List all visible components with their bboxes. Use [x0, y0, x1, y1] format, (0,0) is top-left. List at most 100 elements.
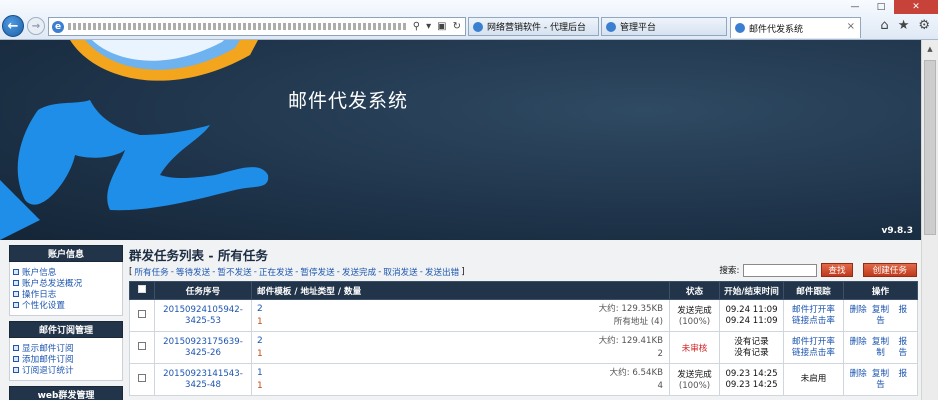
open-rate-link[interactable]: 邮件打开率 — [784, 305, 843, 316]
template-count[interactable]: 2 — [257, 335, 263, 348]
copy-link[interactable]: 复制 — [869, 337, 891, 348]
sidebar-item-add-subscription[interactable]: 添加邮件订阅 — [13, 353, 120, 365]
filter-waiting[interactable]: 等待发送 — [176, 266, 210, 278]
search-input[interactable] — [743, 263, 818, 277]
address-tools: ⚲ ▾ ▣ ↻ — [413, 21, 465, 32]
row-checkbox[interactable] — [138, 310, 146, 318]
select-all-checkbox[interactable] — [138, 285, 146, 293]
bullet-icon — [13, 279, 19, 286]
click-rate-link[interactable]: 链接点击率 — [784, 316, 843, 327]
scroll-thumb[interactable] — [924, 60, 936, 235]
sidebar-item-unsubscribe-stats[interactable]: 订阅退订统计 — [13, 364, 120, 376]
back-button[interactable]: ← — [2, 15, 24, 37]
create-task-button[interactable]: 创建任务 — [862, 263, 917, 277]
sidebar-section-title: web群发管理 — [9, 386, 123, 400]
task-id-link[interactable]: 3425-53 — [155, 316, 251, 327]
filter-error[interactable]: 发送出错 — [425, 266, 459, 278]
tab-email-system[interactable]: 邮件代发系统 × — [730, 17, 861, 38]
minimize-button[interactable]: — — [842, 0, 868, 14]
home-icon[interactable]: ⌂ — [880, 18, 888, 33]
scroll-up-arrow-icon[interactable]: ▲ — [922, 40, 938, 57]
address-type-count[interactable]: 1 — [257, 348, 263, 361]
tab-label: 邮件代发系统 — [749, 24, 804, 35]
page-content: 账户信息 账户信息 账户总发送概况 操作日志 个性化设置 邮件订阅管理 显示邮件… — [0, 240, 921, 400]
filter-all[interactable]: 所有任务 — [134, 266, 168, 278]
refresh-icon[interactable]: ↻ — [453, 21, 461, 32]
task-id-link[interactable]: 20150923141543- — [155, 369, 251, 380]
copy-link-cont[interactable]: 制 — [869, 348, 891, 359]
filter-completed[interactable]: 发送完成 — [342, 266, 376, 278]
copy-link[interactable]: 复制 — [869, 369, 891, 380]
report-link-cont[interactable]: 告 — [892, 348, 914, 359]
filter-sending[interactable]: 正在发送 — [259, 266, 293, 278]
report-link[interactable]: 报 — [892, 369, 914, 380]
status-pending: 未审核 — [681, 343, 708, 354]
row-checkbox[interactable] — [138, 342, 146, 350]
template-count[interactable]: 2 — [257, 303, 263, 316]
click-rate-link[interactable]: 链接点击率 — [784, 348, 843, 359]
sidebar-item-send-overview[interactable]: 账户总发送概况 — [13, 277, 120, 289]
window-controls: — □ ✕ — [842, 0, 938, 14]
bracket-open: [ — [129, 266, 133, 277]
row-checkbox[interactable] — [138, 374, 146, 382]
sidebar-item-show-subscriptions[interactable]: 显示邮件订阅 — [13, 342, 120, 354]
filter-separator: - — [212, 266, 216, 277]
gear-icon[interactable]: ⚙ — [918, 18, 930, 33]
tracking-cell: 邮件打开率 链接点击率 — [783, 331, 844, 364]
start-time: 09.23 14:25 — [725, 368, 778, 379]
vertical-scrollbar[interactable]: ▲ — [921, 40, 938, 400]
bracket-close: ] — [461, 266, 465, 277]
report-link[interactable]: 报 — [892, 305, 914, 316]
address-bar[interactable]: e ⚲ ▾ ▣ ↻ — [48, 17, 466, 36]
delete-link[interactable]: 删除 — [847, 337, 869, 348]
search-area: 搜索: 查找 创建任务 — [719, 263, 917, 277]
row-select[interactable] — [129, 331, 155, 364]
header-select-all[interactable] — [129, 281, 155, 300]
task-id-cell[interactable]: 20150924105942- 3425-53 — [154, 299, 252, 332]
address-count: 所有地址 (4) — [613, 316, 663, 327]
tab-agent-backend[interactable]: 网络营销软件 - 代理后台 — [468, 17, 599, 36]
sidebar-item-personal-settings[interactable]: 个性化设置 — [13, 299, 120, 311]
status-text: 发送完成 — [677, 369, 712, 380]
forward-arrow-icon: → — [31, 20, 41, 32]
task-id-link[interactable]: 3425-48 — [155, 380, 251, 391]
forward-button[interactable]: → — [27, 17, 45, 35]
delete-link[interactable]: 删除 — [847, 369, 869, 380]
maximize-button[interactable]: □ — [868, 0, 894, 14]
back-arrow-icon: ← — [7, 18, 19, 34]
filter-paused[interactable]: 暂停发送 — [300, 266, 334, 278]
task-id-link[interactable]: 20150923175639- — [155, 337, 251, 348]
row-select[interactable] — [129, 299, 155, 332]
filter-not-sending[interactable]: 暂不发送 — [217, 266, 251, 278]
task-id-link[interactable]: 20150924105942- — [155, 305, 251, 316]
report-link[interactable]: 报 — [892, 337, 914, 348]
close-window-button[interactable]: ✕ — [894, 0, 938, 14]
task-id-cell[interactable]: 20150923175639- 3425-26 — [154, 331, 252, 364]
table-header-row: 任务序号 邮件模板 / 地址类型 / 数量 状态 开始/结束时间 邮件跟踪 操作 — [129, 281, 918, 300]
tab-close-icon[interactable]: × — [847, 21, 855, 32]
copy-link[interactable]: 复制 — [869, 305, 891, 316]
report-link-cont[interactable]: 告 — [869, 380, 891, 391]
dropdown-icon[interactable]: ▾ — [426, 21, 431, 32]
runner-logo — [0, 40, 269, 240]
filter-cancelled[interactable]: 取消发送 — [383, 266, 417, 278]
template-count[interactable]: 1 — [257, 367, 263, 380]
address-type-count[interactable]: 1 — [257, 316, 263, 329]
delete-link[interactable]: 删除 — [847, 305, 869, 316]
sidebar-item-operation-log[interactable]: 操作日志 — [13, 288, 120, 300]
task-id-cell[interactable]: 20150923141543- 3425-48 — [154, 363, 252, 396]
search-button[interactable]: 查找 — [821, 263, 853, 277]
search-icon[interactable]: ⚲ — [413, 21, 420, 32]
sidebar-item-account-info[interactable]: 账户信息 — [13, 266, 120, 278]
open-rate-link[interactable]: 邮件打开率 — [784, 337, 843, 348]
sidebar-section-title: 账户信息 — [9, 245, 123, 262]
address-type-count[interactable]: 1 — [257, 380, 263, 393]
tab-admin-platform[interactable]: 管理平台 — [601, 17, 727, 36]
page-title: 群发任务列表 - 所有任务 — [129, 248, 268, 263]
task-id-link[interactable]: 3425-26 — [155, 348, 251, 359]
star-icon[interactable]: ★ — [898, 18, 910, 33]
row-select[interactable] — [129, 363, 155, 396]
status-cell: 未审核 — [669, 331, 720, 364]
report-link-cont[interactable]: 告 — [869, 316, 891, 327]
header-template: 邮件模板 / 地址类型 / 数量 — [251, 281, 670, 300]
